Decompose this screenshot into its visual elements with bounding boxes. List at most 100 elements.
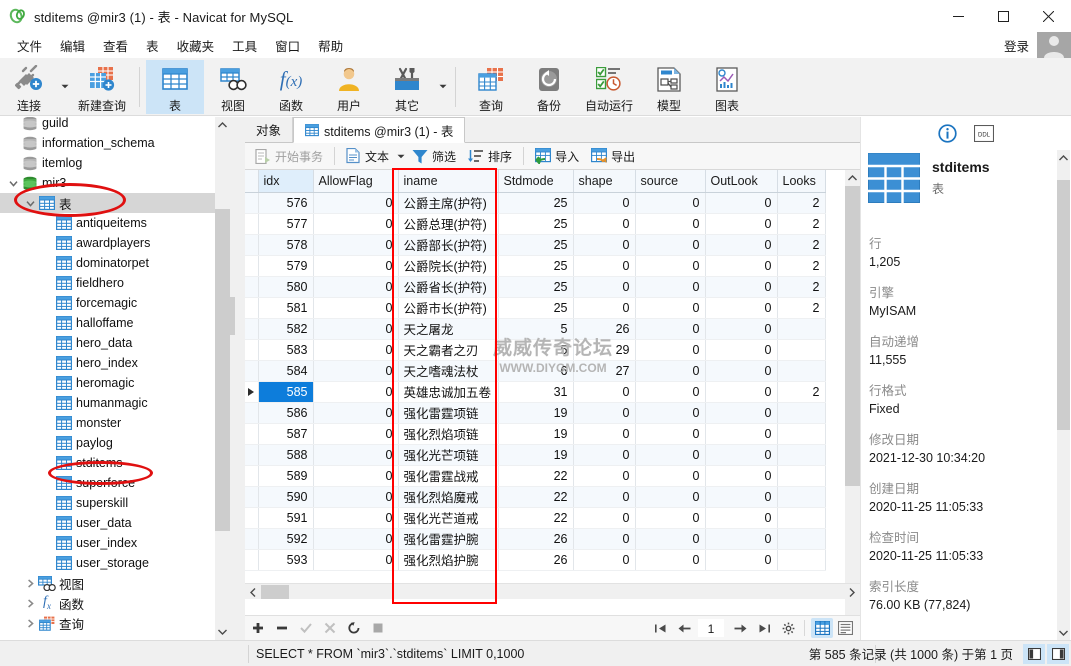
- cell-shape[interactable]: 0: [573, 297, 636, 319]
- cell-Looks[interactable]: [777, 549, 826, 571]
- table-row[interactable]: 593 0 强化烈焰护腕 26 0 0 0: [245, 549, 826, 571]
- tree-item-user_index[interactable]: user_index: [0, 533, 230, 553]
- cell-Stdmode[interactable]: 25: [498, 192, 574, 214]
- column-header-source[interactable]: source: [635, 170, 706, 193]
- cell-AllowFlag[interactable]: 0: [313, 486, 399, 508]
- cell-shape[interactable]: 0: [573, 549, 636, 571]
- menu-help[interactable]: 帮助: [309, 33, 352, 58]
- info-scroll-up-icon[interactable]: [1057, 150, 1070, 165]
- cell-idx[interactable]: 585: [258, 381, 314, 403]
- cell-idx[interactable]: 580: [258, 276, 314, 298]
- cell-AllowFlag[interactable]: 0: [313, 276, 399, 298]
- cell-shape[interactable]: 0: [573, 465, 636, 487]
- cell-shape[interactable]: 0: [573, 255, 636, 277]
- tree-item-查询[interactable]: 查询: [0, 613, 230, 633]
- cell-iname[interactable]: 强化光芒项链: [398, 444, 499, 466]
- cell-shape[interactable]: 27: [573, 360, 636, 382]
- page-number-input[interactable]: 1: [698, 619, 724, 637]
- menu-view[interactable]: 查看: [94, 33, 137, 58]
- cell-OutLook[interactable]: 0: [705, 402, 778, 424]
- row-selector[interactable]: [245, 234, 259, 256]
- cell-Stdmode[interactable]: 22: [498, 465, 574, 487]
- ddl-icon[interactable]: DDL: [973, 122, 995, 144]
- cell-idx[interactable]: 586: [258, 402, 314, 424]
- cell-idx[interactable]: 590: [258, 486, 314, 508]
- cell-iname[interactable]: 强化烈焰项链: [398, 423, 499, 445]
- cell-OutLook[interactable]: 0: [705, 486, 778, 508]
- tree-item-superforce[interactable]: superforce: [0, 473, 230, 493]
- tree-item-表[interactable]: 表: [0, 193, 230, 213]
- cell-Looks[interactable]: 2: [777, 213, 826, 235]
- cell-iname[interactable]: 强化烈焰护腕: [398, 549, 499, 571]
- row-selector[interactable]: [245, 318, 259, 340]
- tree-item-mir3[interactable]: mir3: [0, 173, 230, 193]
- row-selector[interactable]: [245, 528, 259, 550]
- cell-Looks[interactable]: [777, 339, 826, 361]
- info-scroll-down-icon[interactable]: [1057, 625, 1070, 640]
- cell-shape[interactable]: 0: [573, 213, 636, 235]
- cell-shape[interactable]: 0: [573, 486, 636, 508]
- cell-OutLook[interactable]: 0: [705, 276, 778, 298]
- cell-OutLook[interactable]: 0: [705, 528, 778, 550]
- cell-OutLook[interactable]: 0: [705, 423, 778, 445]
- cell-Looks[interactable]: [777, 465, 826, 487]
- cell-iname[interactable]: 公爵主席(护符): [398, 192, 499, 214]
- tree-scroll-area[interactable]: guild information_schema itemlog mir3 表 antiq…: [0, 117, 230, 636]
- avatar[interactable]: [1037, 32, 1071, 58]
- maximize-button[interactable]: [981, 0, 1026, 32]
- cell-source[interactable]: 0: [635, 423, 706, 445]
- tree-item-hero_data[interactable]: hero_data: [0, 333, 230, 353]
- table-row[interactable]: 582 0 天之屠龙 5 26 0 0: [245, 318, 826, 340]
- ribbon-item-自动运行[interactable]: 自动运行: [578, 60, 640, 114]
- tree-expand-arrow-icon[interactable]: [23, 199, 37, 208]
- row-selector[interactable]: [245, 381, 259, 403]
- cell-shape[interactable]: 0: [573, 444, 636, 466]
- cell-AllowFlag[interactable]: 0: [313, 444, 399, 466]
- ribbon-item-函数[interactable]: f(x) 函数: [262, 60, 320, 114]
- cell-AllowFlag[interactable]: 0: [313, 339, 399, 361]
- cell-source[interactable]: 0: [635, 528, 706, 550]
- grid-button-导入[interactable]: 导入: [529, 145, 585, 168]
- add-record-button[interactable]: [247, 617, 269, 639]
- cell-Stdmode[interactable]: 26: [498, 528, 574, 550]
- row-selector[interactable]: [245, 444, 259, 466]
- cell-AllowFlag[interactable]: 0: [313, 192, 399, 214]
- cell-idx[interactable]: 591: [258, 507, 314, 529]
- row-selector[interactable]: [245, 402, 259, 424]
- tree-item-itemlog[interactable]: itemlog: [0, 153, 230, 173]
- grid-hscrollbar-thumb[interactable]: [261, 585, 289, 599]
- cell-iname[interactable]: 强化雷霆护腕: [398, 528, 499, 550]
- cell-source[interactable]: 0: [635, 507, 706, 529]
- cell-OutLook[interactable]: 0: [705, 381, 778, 403]
- cell-Looks[interactable]: [777, 402, 826, 424]
- cell-Stdmode[interactable]: 26: [498, 549, 574, 571]
- cell-Looks[interactable]: [777, 423, 826, 445]
- cell-idx[interactable]: 588: [258, 444, 314, 466]
- row-selector[interactable]: [245, 276, 259, 298]
- cell-iname[interactable]: 公爵部长(护符): [398, 234, 499, 256]
- cell-OutLook[interactable]: 0: [705, 549, 778, 571]
- column-header-iname[interactable]: iname: [398, 170, 499, 193]
- cell-iname[interactable]: 强化光芒道戒: [398, 507, 499, 529]
- cell-OutLook[interactable]: 0: [705, 255, 778, 277]
- table-row[interactable]: 586 0 强化雷霆项链 19 0 0 0: [245, 402, 826, 424]
- cell-AllowFlag[interactable]: 0: [313, 234, 399, 256]
- menu-favorites[interactable]: 收藏夹: [168, 33, 224, 58]
- cell-iname[interactable]: 英雄忠诚加五卷: [398, 381, 499, 403]
- tree-item-humanmagic[interactable]: humanmagic: [0, 393, 230, 413]
- grid-view-icon[interactable]: [811, 618, 833, 638]
- ribbon-dropdown-caret[interactable]: [58, 60, 71, 114]
- cell-source[interactable]: 0: [635, 402, 706, 424]
- ribbon-item-新建查询[interactable]: 新建查询: [71, 60, 133, 114]
- cell-shape[interactable]: 0: [573, 423, 636, 445]
- grid-scrollbar-thumb[interactable]: [845, 186, 860, 486]
- menu-file[interactable]: 文件: [8, 33, 51, 58]
- form-view-icon[interactable]: [834, 618, 856, 638]
- grid-button-开始事务[interactable]: 开始事务: [249, 145, 329, 168]
- cell-Looks[interactable]: 2: [777, 276, 826, 298]
- cell-Looks[interactable]: 2: [777, 381, 826, 403]
- cell-AllowFlag[interactable]: 0: [313, 423, 399, 445]
- cell-Looks[interactable]: 2: [777, 234, 826, 256]
- cell-AllowFlag[interactable]: 0: [313, 255, 399, 277]
- row-selector[interactable]: [245, 339, 259, 361]
